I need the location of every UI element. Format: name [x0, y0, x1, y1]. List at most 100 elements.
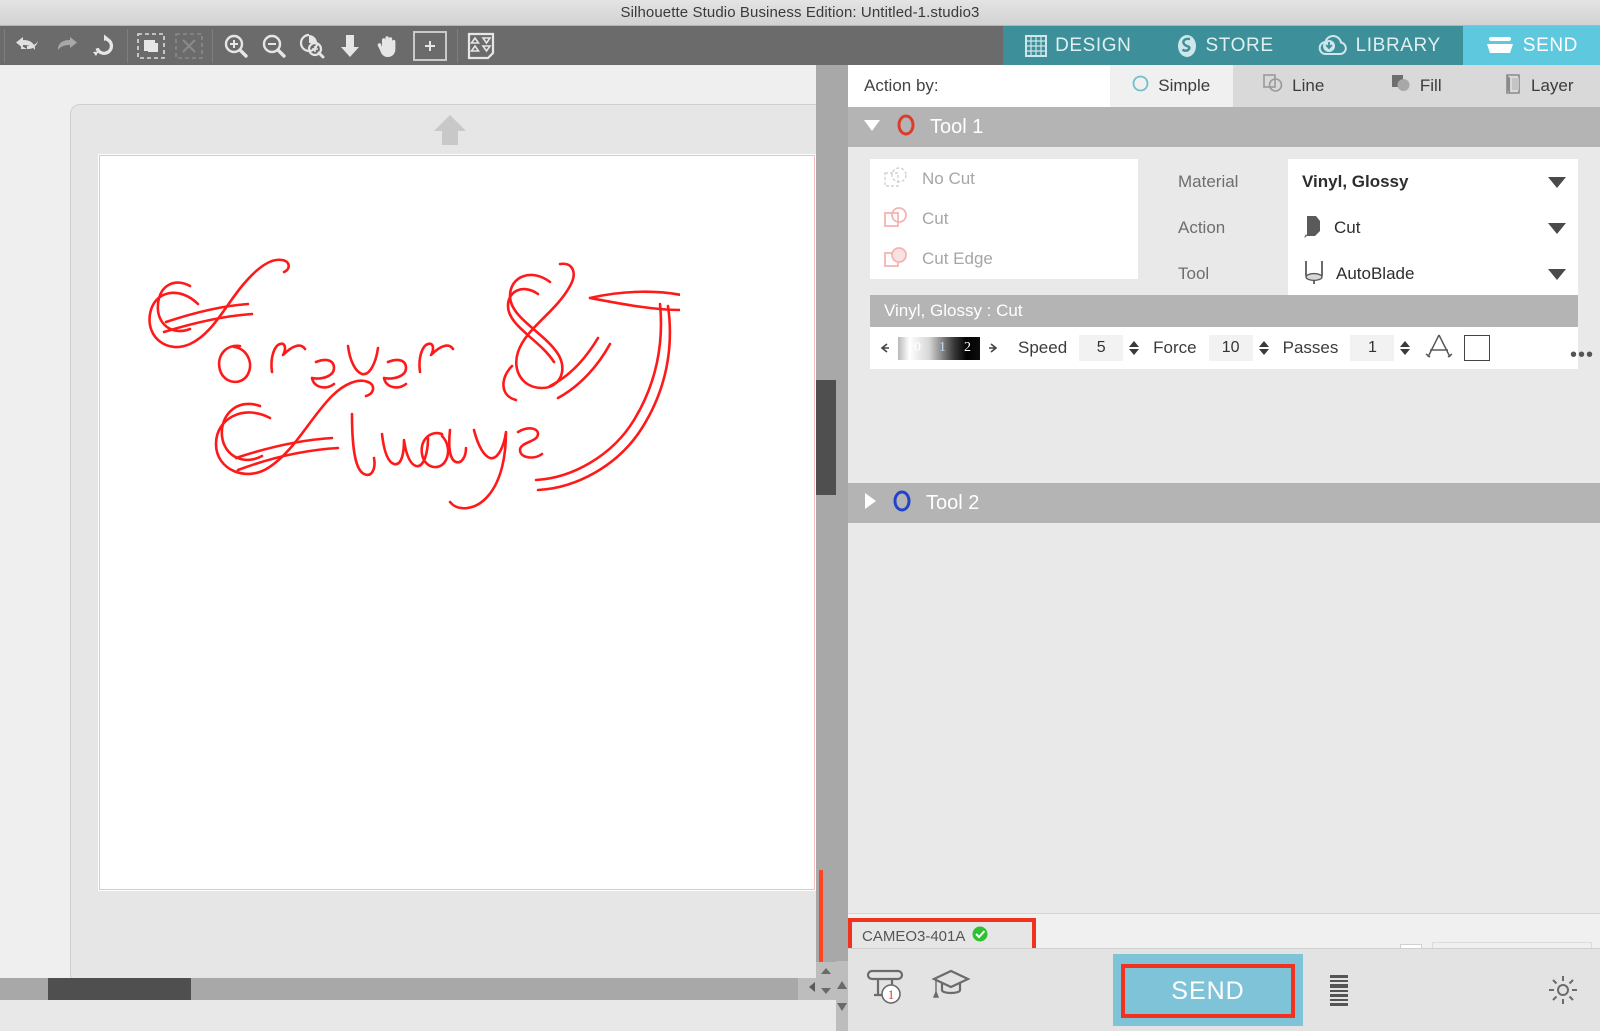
registration-marks-icon[interactable] [462, 27, 500, 65]
scroll-left-icon[interactable] [808, 980, 816, 998]
action-label: Action [1178, 218, 1226, 237]
speed-field: Speed 5 [1004, 335, 1140, 361]
force-increase-icon[interactable] [1258, 341, 1269, 347]
action-by-tab-layer[interactable]: Layer [1477, 65, 1600, 107]
chevron-down-icon[interactable] [1548, 176, 1566, 188]
redo-icon[interactable] [47, 27, 85, 65]
horizontal-scroll-thumb[interactable] [48, 978, 191, 1000]
scroll-down-icon[interactable] [820, 982, 832, 1000]
tab-design[interactable]: DESIGN [1003, 26, 1154, 65]
horizontal-scrollbar[interactable] [0, 978, 836, 1000]
passes-stepper[interactable] [1400, 341, 1411, 355]
tool2-expand-triangle-icon[interactable] [862, 491, 878, 516]
panel-scroll-down-icon[interactable] [837, 998, 847, 1016]
canvas-area[interactable] [0, 65, 836, 1000]
speed-stepper[interactable] [1129, 341, 1140, 355]
line-layers-icon [1263, 73, 1283, 99]
cut-settings-row: 10 1 2 Speed 5 Force 10 Passes 1 ••• [870, 327, 1593, 369]
tab-library[interactable]: LIBRARY [1295, 26, 1463, 65]
barcode-icon[interactable] [1328, 975, 1350, 1007]
tool-label: Tool [1178, 264, 1210, 283]
passes-field: Passes 1 [1269, 335, 1411, 361]
tool-dropdown[interactable]: AutoBlade [1288, 251, 1578, 297]
action-dropdown[interactable]: Cut [1288, 205, 1578, 251]
tool1-header[interactable]: Tool 1 [848, 107, 1600, 147]
app-window: Silhouette Studio Business Edition: Unti… [0, 0, 1600, 1031]
blade-depth-gauge[interactable]: 10 1 2 [878, 336, 1000, 360]
vertical-scroll-buttons[interactable] [816, 962, 836, 1000]
action-by-tab-layer-label: Layer [1530, 76, 1574, 95]
passes-label: Passes [1282, 338, 1339, 357]
action-by-tab-simple[interactable]: Simple [1110, 65, 1233, 107]
material-value: Vinyl, Glossy [1302, 172, 1409, 191]
select-all-icon[interactable] [132, 27, 170, 65]
zoom-selection-icon[interactable] [293, 27, 331, 65]
tab-store[interactable]: STORE [1153, 26, 1296, 65]
toolbar-divider-3 [212, 28, 213, 63]
material-dropdown[interactable]: Vinyl, Glossy [1288, 159, 1578, 205]
device-id: CAMEO3-401A [862, 927, 966, 945]
cut-mode-cut[interactable]: Cut [870, 199, 1138, 239]
vertical-scroll-thumb[interactable] [816, 380, 836, 495]
cut-mode-no-cut[interactable]: No Cut [870, 159, 1138, 199]
action-by-tab-line[interactable]: Line [1232, 65, 1355, 107]
scroll-up-icon[interactable] [820, 962, 832, 980]
passes-increase-icon[interactable] [1400, 341, 1411, 347]
chevron-down-icon-action[interactable] [1548, 222, 1566, 234]
toolbar-group-select [132, 26, 208, 65]
artwork-forever-and-always[interactable] [120, 186, 697, 531]
force-label: Force [1153, 338, 1197, 357]
line-color-swatch[interactable] [1464, 335, 1491, 361]
material-row: Material Vinyl, Glossy [1178, 159, 1578, 205]
speed-increase-icon[interactable] [1129, 341, 1140, 347]
tool2-header[interactable]: Tool 2 [848, 483, 1600, 523]
tab-design-label: DESIGN [1055, 34, 1132, 56]
more-options-icon[interactable]: ••• [1570, 344, 1594, 367]
speed-decrease-icon[interactable] [1129, 349, 1140, 355]
blade-depth-decrease-icon[interactable] [878, 338, 892, 358]
panel-scroll-buttons[interactable] [836, 961, 848, 1031]
passes-decrease-icon[interactable] [1400, 349, 1411, 355]
fit-to-page-icon[interactable] [331, 27, 369, 65]
force-decrease-icon[interactable] [1258, 349, 1269, 355]
panel-scroll-up-icon[interactable] [837, 976, 847, 994]
cut-mode-cut-edge-label: Cut Edge [922, 249, 993, 268]
blade-depth-increase-icon[interactable] [986, 338, 1000, 358]
force-field: Force 10 [1139, 335, 1269, 361]
material-label: Material [1178, 172, 1239, 191]
material-action-tool-matrix: Material Vinyl, Glossy Action Cut Tool A… [1178, 159, 1578, 297]
speed-value[interactable]: 5 [1079, 335, 1124, 361]
fit-window-icon[interactable] [413, 30, 447, 61]
tab-send[interactable]: SEND [1462, 26, 1600, 65]
vertical-scroll-marker [819, 870, 823, 975]
blade-depth-tick-1: 10 [907, 340, 921, 355]
graduation-cap-icon[interactable] [930, 965, 972, 1010]
window-title: Silhouette Studio Business Edition: Unti… [620, 4, 980, 21]
refresh-icon[interactable] [85, 27, 123, 65]
zoom-in-icon[interactable] [217, 27, 255, 65]
gear-icon[interactable] [1548, 975, 1578, 1010]
blade-depth-tick-3: 2 [964, 340, 971, 355]
vertical-scrollbar[interactable] [816, 65, 836, 1000]
tool1-body: No Cut Cut Cut Edge Material Vinyl, Glos… [848, 147, 1600, 483]
chevron-down-icon-tool[interactable] [1548, 268, 1566, 280]
force-stepper[interactable] [1258, 341, 1269, 355]
toolbar-divider-4 [457, 28, 458, 63]
overcut-icon[interactable] [1424, 332, 1454, 365]
undo-icon[interactable] [9, 27, 47, 65]
cut-icon [884, 206, 910, 233]
cut-mode-cut-edge[interactable]: Cut Edge [870, 239, 1138, 279]
action-by-tab-fill[interactable]: Fill [1355, 65, 1478, 107]
tool1-collapse-triangle-icon[interactable] [862, 117, 882, 138]
force-value[interactable]: 10 [1208, 335, 1253, 361]
autoblade-icon [1302, 259, 1326, 290]
blade-depth-strip[interactable]: 10 1 2 [898, 336, 980, 360]
tab-store-label: STORE [1205, 34, 1274, 56]
deselect-all-icon[interactable] [170, 27, 208, 65]
zoom-out-icon[interactable] [255, 27, 293, 65]
cutter-setup-icon[interactable]: 1 [866, 965, 908, 1010]
device-name-row: CAMEO3-401A [852, 922, 1032, 950]
send-button[interactable]: SEND [1121, 964, 1295, 1018]
pan-icon[interactable] [369, 27, 407, 65]
passes-value[interactable]: 1 [1350, 335, 1395, 361]
